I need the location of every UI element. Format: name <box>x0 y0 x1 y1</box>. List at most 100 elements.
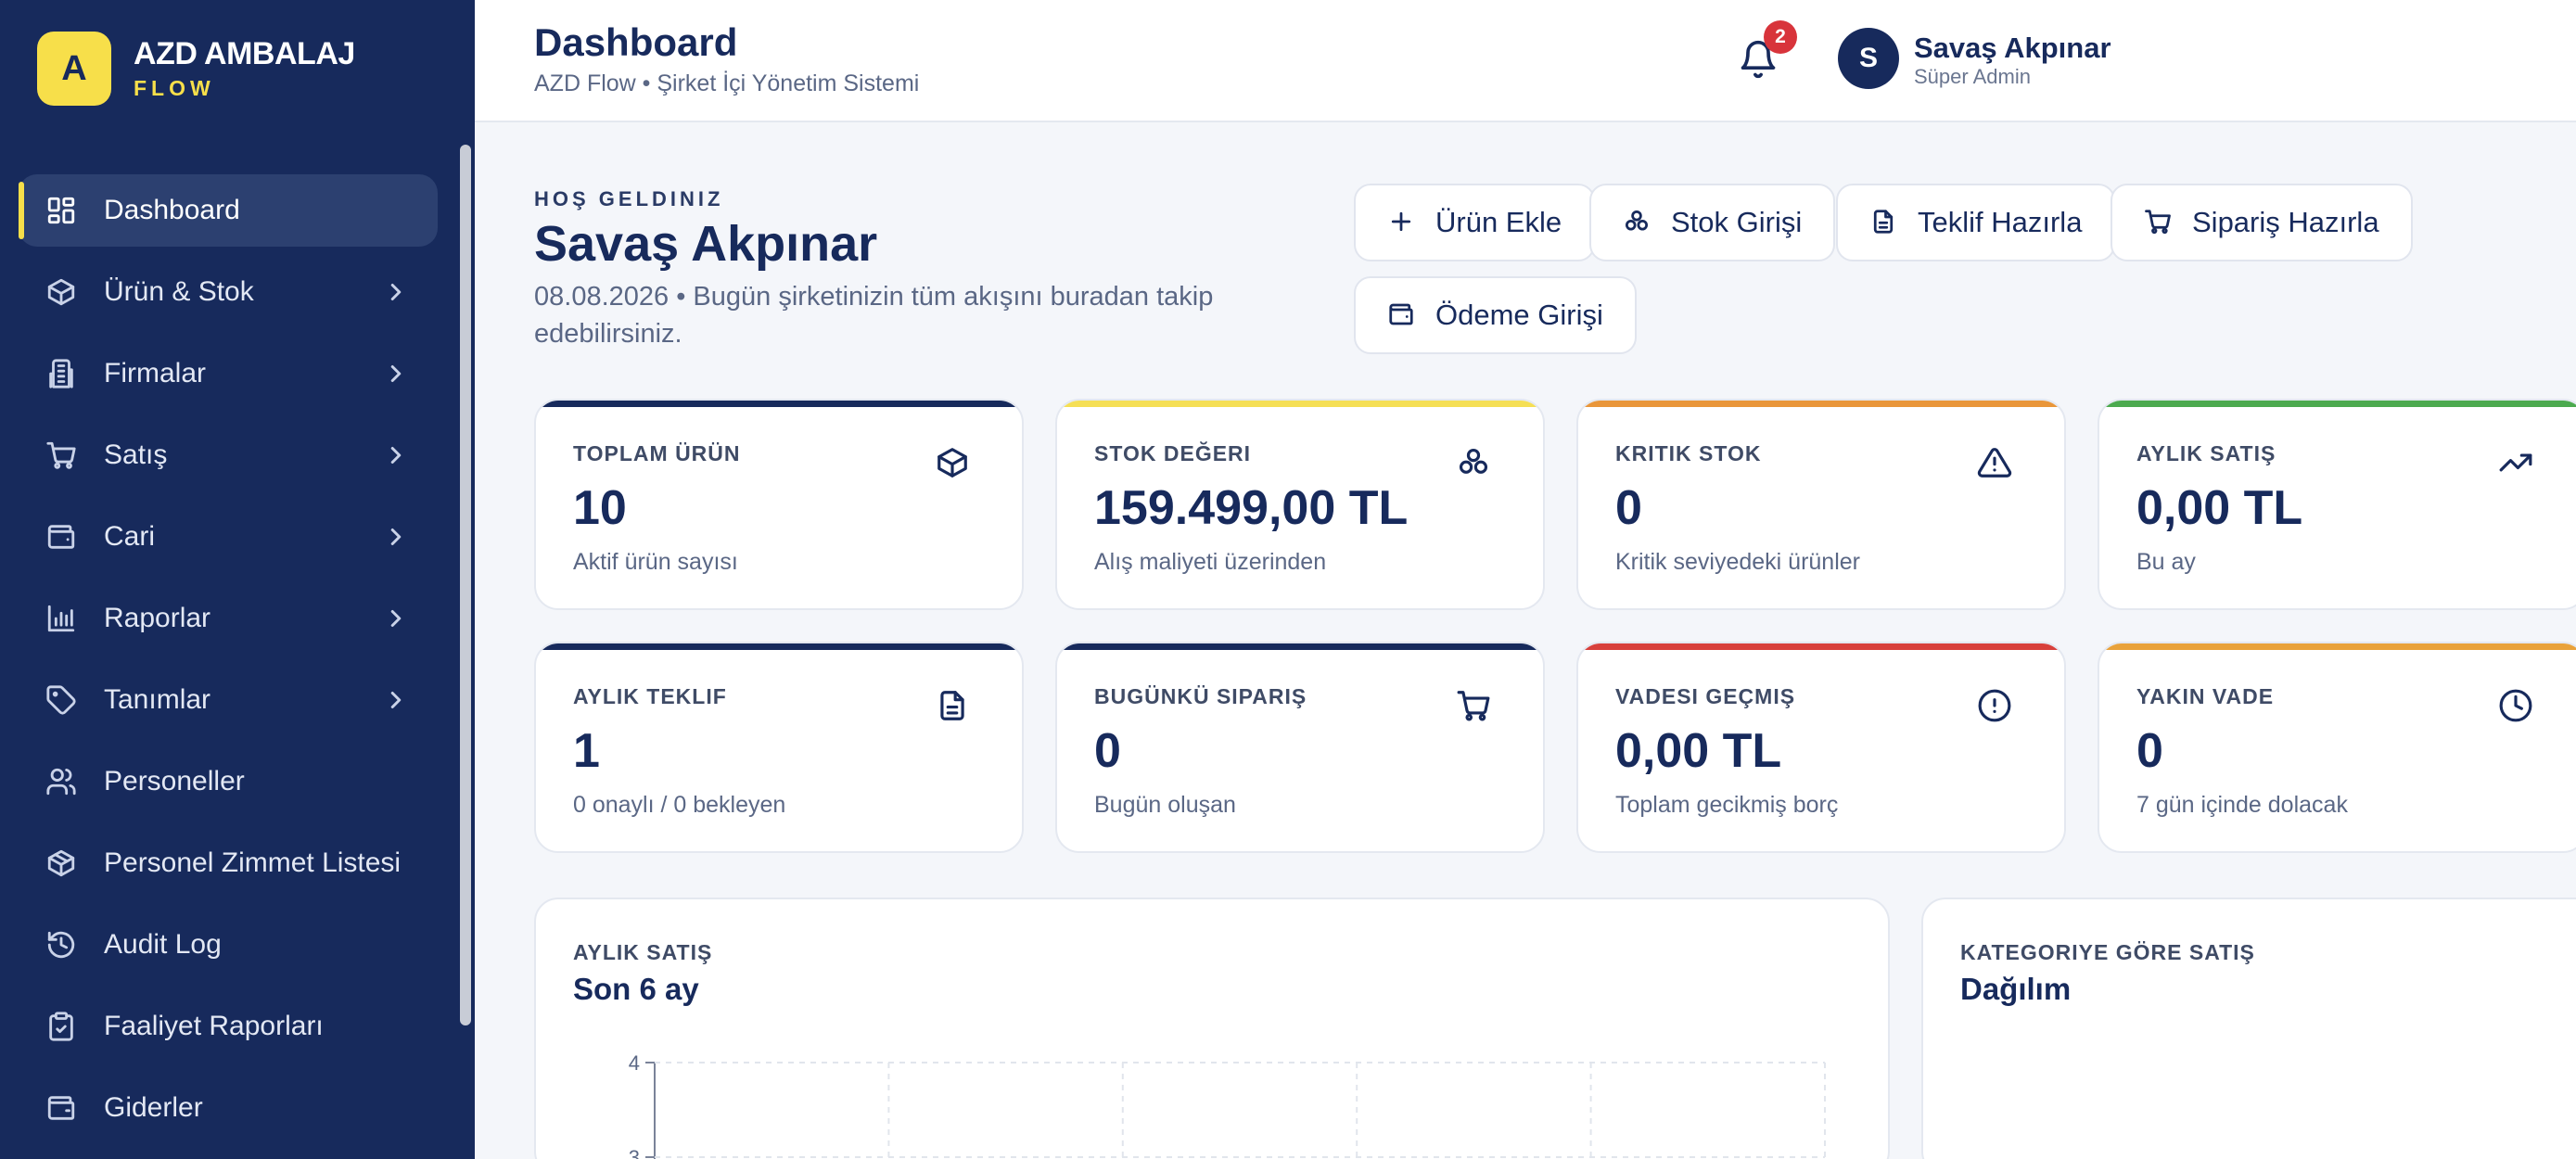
stat-value: 159.499,00 TL <box>1094 481 1409 535</box>
user-role: Süper Admin <box>1914 65 2031 88</box>
chevron-right-icon <box>382 360 410 388</box>
stat-label: TOPLAM ÜRÜN <box>573 441 741 465</box>
sidebar-item-label: Ürün & Stok <box>104 276 254 307</box>
stat-value: 0,00 TL <box>1615 724 1782 778</box>
users-icon <box>45 765 78 798</box>
stat-value: 1 <box>573 724 600 778</box>
sidebar-item-faaliyet-raporlari[interactable]: Faaliyet Raporları <box>19 990 438 1063</box>
brand-sub: FLOW <box>134 76 215 100</box>
stat-value: 0 <box>1094 724 1121 778</box>
sidebar-item-satis[interactable]: Satış <box>19 419 438 491</box>
stock-entry-button[interactable]: Stok Girişi <box>1589 184 1836 261</box>
category-sales-label: KATEGORIYE GÖRE SATIŞ <box>1960 940 2255 964</box>
chart-y-tick-label: 4 <box>629 1051 640 1075</box>
chevron-right-icon <box>382 278 410 306</box>
notification-badge: 2 <box>1764 20 1797 54</box>
stat-note: Kritik seviyedeki ürünler <box>1615 549 1860 575</box>
chevron-right-icon <box>382 523 410 551</box>
plus-icon <box>1387 208 1417 237</box>
page-subtitle: AZD Flow • Şirket İçi Yönetim Sistemi <box>534 70 920 96</box>
box-icon <box>45 275 78 309</box>
welcome-description: 08.08.2026 • Bugün şirketinizin tüm akış… <box>534 282 1214 349</box>
chevron-right-icon <box>382 686 410 714</box>
chevron-right-icon <box>382 441 410 469</box>
stat-label: VADESI GEÇMIŞ <box>1615 684 1796 708</box>
monthly-sales-chart: 43 <box>629 1051 1826 1159</box>
stat-card-vadesi-gecmis[interactable]: VADESI GEÇMIŞ 0,00 TL Toplam gecikmiş borç <box>1576 642 2066 853</box>
stat-value: 10 <box>573 481 627 535</box>
box-icon <box>935 445 972 482</box>
stat-card-toplam-urun[interactable]: TOPLAM ÜRÜN 10 Aktif ürün sayısı <box>534 399 1024 610</box>
avatar[interactable]: S <box>1838 28 1899 89</box>
prepare-quote-button[interactable]: Teklif Hazırla <box>1836 184 2116 261</box>
clipboard-icon <box>45 1010 78 1043</box>
add-product-label: Ürün Ekle <box>1435 206 1562 238</box>
stat-label: KRITIK STOK <box>1615 441 1762 465</box>
stat-label: STOK DEĞERI <box>1094 441 1252 465</box>
sidebar-item-label: Faaliyet Raporları <box>104 1011 324 1041</box>
stat-card-aylik-satis[interactable]: AYLIK SATIŞ 0,00 TL Bu ay <box>2098 399 2576 610</box>
top-header: Dashboard AZD Flow • Şirket İçi Yönetim … <box>475 0 2576 122</box>
sidebar-item-cari[interactable]: Cari <box>19 501 438 573</box>
clock-icon <box>2498 688 2535 725</box>
brand[interactable]: A AZD AMBALAJ FLOW <box>37 32 355 106</box>
package-icon <box>45 847 78 880</box>
sidebar-item-label: Personel Zimmet Listesi <box>104 847 402 878</box>
sidebar-item-label: Giderler <box>104 1092 203 1123</box>
warning-icon <box>1977 445 2014 482</box>
stat-note: Bu ay <box>2136 549 2196 575</box>
stat-value: 0 <box>2136 724 2163 778</box>
wallet-icon <box>45 520 78 554</box>
stat-card-stok-degeri[interactable]: STOK DEĞERI 159.499,00 TL Alış maliyeti üz… <box>1055 399 1545 610</box>
sidebar-item-urun-stok[interactable]: Ürün & Stok <box>19 256 438 328</box>
stat-card-kritik-stok[interactable]: KRITIK STOK 0 Kritik seviyedeki ürünler <box>1576 399 2066 610</box>
sidebar-item-dashboard[interactable]: Dashboard <box>19 174 438 247</box>
alert-circle-icon <box>1977 688 2014 725</box>
sidebar-item-label: Tanımlar <box>104 684 211 715</box>
sidebar: A AZD AMBALAJ FLOW Dashboard Ürün & Stok F… <box>0 0 475 1159</box>
welcome-name: Savaş Akpınar <box>534 216 878 272</box>
brand-name: AZD AMBALAJ <box>134 36 355 71</box>
sidebar-scrollbar[interactable] <box>460 145 471 1025</box>
stat-value: 0 <box>1615 481 1642 535</box>
stat-note: 7 gün içinde dolacak <box>2136 792 2348 818</box>
prepare-quote-label: Teklif Hazırla <box>1918 206 2083 238</box>
sidebar-item-tanimlar[interactable]: Tanımlar <box>19 664 438 736</box>
chevron-right-icon <box>382 605 410 632</box>
stat-note: Aktif ürün sayısı <box>573 549 738 575</box>
monthly-sales-title: Son 6 ay <box>573 972 699 1006</box>
stock-entry-label: Stok Girişi <box>1671 206 1803 238</box>
sidebar-item-personeller[interactable]: Personeller <box>19 745 438 818</box>
prepare-order-button[interactable]: Sipariş Hazırla <box>2111 184 2413 261</box>
page-title: Dashboard <box>534 20 738 64</box>
trend-up-icon <box>2498 445 2535 482</box>
sidebar-item-label: Satış <box>104 439 168 470</box>
stat-note: 0 onaylı / 0 bekleyen <box>573 792 786 818</box>
stat-card-yakin-vade[interactable]: YAKIN VADE 0 7 gün içinde dolacak <box>2098 642 2576 853</box>
sidebar-item-audit-log[interactable]: Audit Log <box>19 909 438 981</box>
welcome-kicker: HOŞ GELDINIZ <box>534 187 724 210</box>
stat-value: 0,00 TL <box>2136 481 2303 535</box>
stat-label: AYLIK TEKLIF <box>573 684 727 708</box>
stat-label: YAKIN VADE <box>2136 684 2275 708</box>
sidebar-item-label: Cari <box>104 521 156 552</box>
sidebar-item-giderler[interactable]: Giderler <box>19 1072 438 1144</box>
wallet-icon <box>1387 300 1417 330</box>
brand-logo: A <box>37 32 111 106</box>
payment-entry-button[interactable]: Ödeme Girişi <box>1354 276 1637 354</box>
sidebar-item-label: Personeller <box>104 766 245 796</box>
user-name[interactable]: Savaş Akpınar <box>1914 32 2111 65</box>
tag-icon <box>45 683 78 717</box>
stat-card-bugunku-siparis[interactable]: BUGÜNKÜ SIPARIŞ 0 Bugün oluşan <box>1055 642 1545 853</box>
sidebar-nav: Dashboard Ürün & Stok Firmalar Satış Cari Rap… <box>0 174 456 1153</box>
sidebar-item-firmalar[interactable]: Firmalar <box>19 338 438 410</box>
document-icon <box>1869 208 1899 237</box>
stat-label: AYLIK SATIŞ <box>2136 441 2276 465</box>
sidebar-item-raporlar[interactable]: Raporlar <box>19 582 438 655</box>
stat-card-aylik-teklif[interactable]: AYLIK TEKLIF 1 0 onaylı / 0 bekleyen <box>534 642 1024 853</box>
sidebar-item-label: Raporlar <box>104 603 211 633</box>
history-icon <box>45 928 78 962</box>
add-product-button[interactable]: Ürün Ekle <box>1354 184 1596 261</box>
prepare-order-label: Sipariş Hazırla <box>2192 206 2379 238</box>
sidebar-item-personel-zimmet-listesi[interactable]: Personel Zimmet Listesi <box>19 827 438 899</box>
